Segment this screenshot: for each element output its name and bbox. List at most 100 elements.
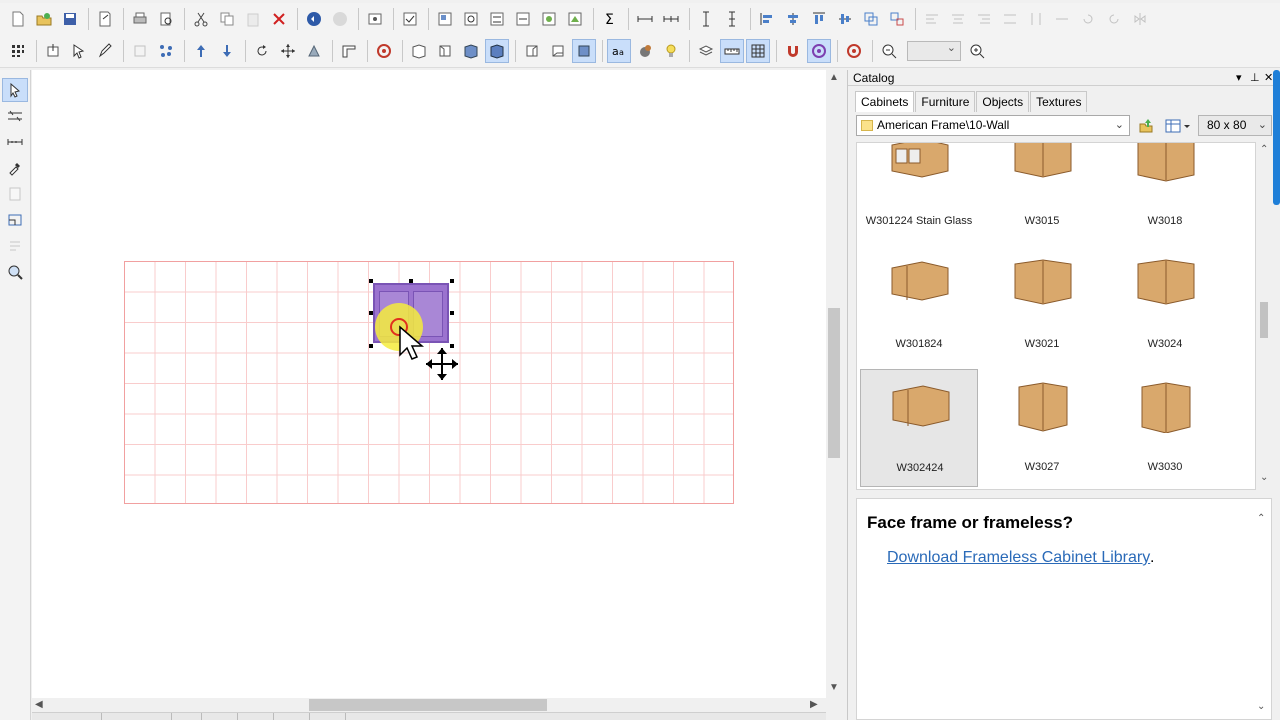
dimension-vertical-multiple-icon[interactable] <box>720 7 744 31</box>
ungroup-icon[interactable] <box>885 7 909 31</box>
print-icon[interactable] <box>128 7 152 31</box>
scatter-icon[interactable] <box>154 39 178 63</box>
catalog-scroll-thumb[interactable] <box>1260 302 1268 338</box>
align-center-icon[interactable] <box>781 7 805 31</box>
sheet-tab[interactable] <box>102 713 172 720</box>
catalog-item[interactable]: W3018 <box>1106 143 1224 241</box>
canvas-vertical-scrollbar[interactable]: ▲ ▼ <box>826 70 842 698</box>
zoom-out-icon[interactable] <box>877 39 901 63</box>
crop-icon[interactable] <box>128 39 152 63</box>
layers-icon[interactable] <box>694 39 718 63</box>
drawing-canvas[interactable] <box>32 70 826 698</box>
ruler-icon[interactable] <box>720 39 744 63</box>
download-frameless-link[interactable]: Download Frameless Cabinet Library <box>887 549 1150 567</box>
magnet-icon[interactable] <box>781 39 805 63</box>
open-folder-icon[interactable] <box>32 7 56 31</box>
move-up-icon[interactable] <box>189 39 213 63</box>
catalog-item[interactable]: W3021 <box>983 246 1101 364</box>
page-tool-icon[interactable] <box>2 182 28 206</box>
view-width-icon[interactable] <box>511 7 535 31</box>
tab-objects[interactable]: Objects <box>976 91 1030 112</box>
sheet-tab[interactable] <box>202 713 238 720</box>
view-left-icon[interactable] <box>433 39 457 63</box>
catalog-scrollbar[interactable]: ⌃ ⌄ <box>1256 142 1272 490</box>
dimension-multiple-icon[interactable] <box>659 7 683 31</box>
sheet-tab[interactable] <box>172 713 202 720</box>
export-icon[interactable] <box>93 7 117 31</box>
zoom-level-select[interactable] <box>907 41 961 61</box>
library-select[interactable]: American Frame\10-Wall ⌄ <box>856 115 1130 136</box>
mirror-icon[interactable] <box>302 39 326 63</box>
view-right-icon[interactable] <box>546 39 570 63</box>
rotate-right-icon[interactable] <box>1102 7 1126 31</box>
text-align-left-icon[interactable] <box>920 7 944 31</box>
chevron-up-icon[interactable]: ⌃ <box>1257 513 1265 524</box>
flip-icon[interactable] <box>1128 7 1152 31</box>
sheet-tab[interactable] <box>238 713 274 720</box>
distribute-horizontal-icon[interactable] <box>998 7 1022 31</box>
wall-icon[interactable] <box>337 39 361 63</box>
snap-target-icon[interactable] <box>807 39 831 63</box>
text-label-icon[interactable]: aa <box>607 39 631 63</box>
catalog-item[interactable]: W3015 <box>983 143 1101 241</box>
delete-icon[interactable] <box>267 7 291 31</box>
view-mode-icon[interactable] <box>1163 115 1193 136</box>
view-3d-icon[interactable] <box>563 7 587 31</box>
grid-icon[interactable] <box>746 39 770 63</box>
undo-icon[interactable] <box>302 7 326 31</box>
dimension-vertical-icon[interactable] <box>694 7 718 31</box>
text-align-right-icon[interactable] <box>972 7 996 31</box>
view-zoom-icon[interactable] <box>459 7 483 31</box>
catalog-item[interactable]: W3024 <box>1106 246 1224 364</box>
preferences-icon[interactable] <box>363 7 387 31</box>
center-target-icon[interactable] <box>842 39 866 63</box>
redo-icon[interactable] <box>328 7 352 31</box>
panel-menu-icon[interactable]: ▾ <box>1236 70 1242 86</box>
selection-handle[interactable] <box>369 311 373 315</box>
sum-icon[interactable]: Σ <box>598 7 622 31</box>
thumbnail-size-select[interactable]: 80 x 80 ⌄ <box>1198 115 1272 136</box>
dimension-tool-icon[interactable] <box>2 130 28 154</box>
canvas-horizontal-scrollbar[interactable]: ◀ ▶ <box>32 698 826 712</box>
selection-handle[interactable] <box>369 279 373 283</box>
catalog-item[interactable]: W301824 <box>860 246 978 364</box>
view-elevation-icon[interactable] <box>485 7 509 31</box>
checklist-icon[interactable] <box>398 7 422 31</box>
new-file-icon[interactable] <box>6 7 30 31</box>
target-icon[interactable] <box>372 39 396 63</box>
dimension-horizontal-icon[interactable] <box>633 7 657 31</box>
light-bulb-icon[interactable] <box>659 39 683 63</box>
rotate-icon[interactable] <box>250 39 274 63</box>
spacing-icon[interactable] <box>1050 7 1074 31</box>
sheet-tab[interactable] <box>310 713 346 720</box>
view-plan-icon[interactable] <box>433 7 457 31</box>
align-top-icon[interactable] <box>807 7 831 31</box>
select-tool-icon[interactable] <box>2 78 28 102</box>
view-perspective-icon[interactable] <box>485 39 509 63</box>
move-down-icon[interactable] <box>215 39 239 63</box>
view-iso-icon[interactable] <box>459 39 483 63</box>
insert-object-icon[interactable] <box>41 39 65 63</box>
folder-up-icon[interactable] <box>1135 115 1157 136</box>
align-middle-icon[interactable] <box>833 7 857 31</box>
sheet-tab[interactable] <box>274 713 310 720</box>
paste-icon[interactable] <box>241 7 265 31</box>
select-pointer-icon[interactable] <box>67 39 91 63</box>
save-icon[interactable] <box>58 7 82 31</box>
catalog-item-selected[interactable]: W302424 <box>860 369 978 487</box>
chevron-down-icon[interactable]: ⌄ <box>1257 701 1265 712</box>
cut-icon[interactable] <box>189 7 213 31</box>
selection-handle[interactable] <box>450 311 454 315</box>
pin-icon[interactable]: ⊥ <box>1250 70 1260 86</box>
material-ball-icon[interactable] <box>633 39 657 63</box>
move-icon[interactable] <box>276 39 300 63</box>
eyedropper-icon[interactable] <box>2 156 28 180</box>
tab-textures[interactable]: Textures <box>1030 91 1088 112</box>
catalog-item[interactable]: W3027 <box>983 369 1101 487</box>
print-preview-icon[interactable] <box>154 7 178 31</box>
snap-grid-icon[interactable] <box>6 39 30 63</box>
copy-icon[interactable] <box>215 7 239 31</box>
rotate-left-icon[interactable] <box>1076 7 1100 31</box>
tab-furniture[interactable]: Furniture <box>915 91 976 112</box>
selection-handle[interactable] <box>409 279 413 283</box>
